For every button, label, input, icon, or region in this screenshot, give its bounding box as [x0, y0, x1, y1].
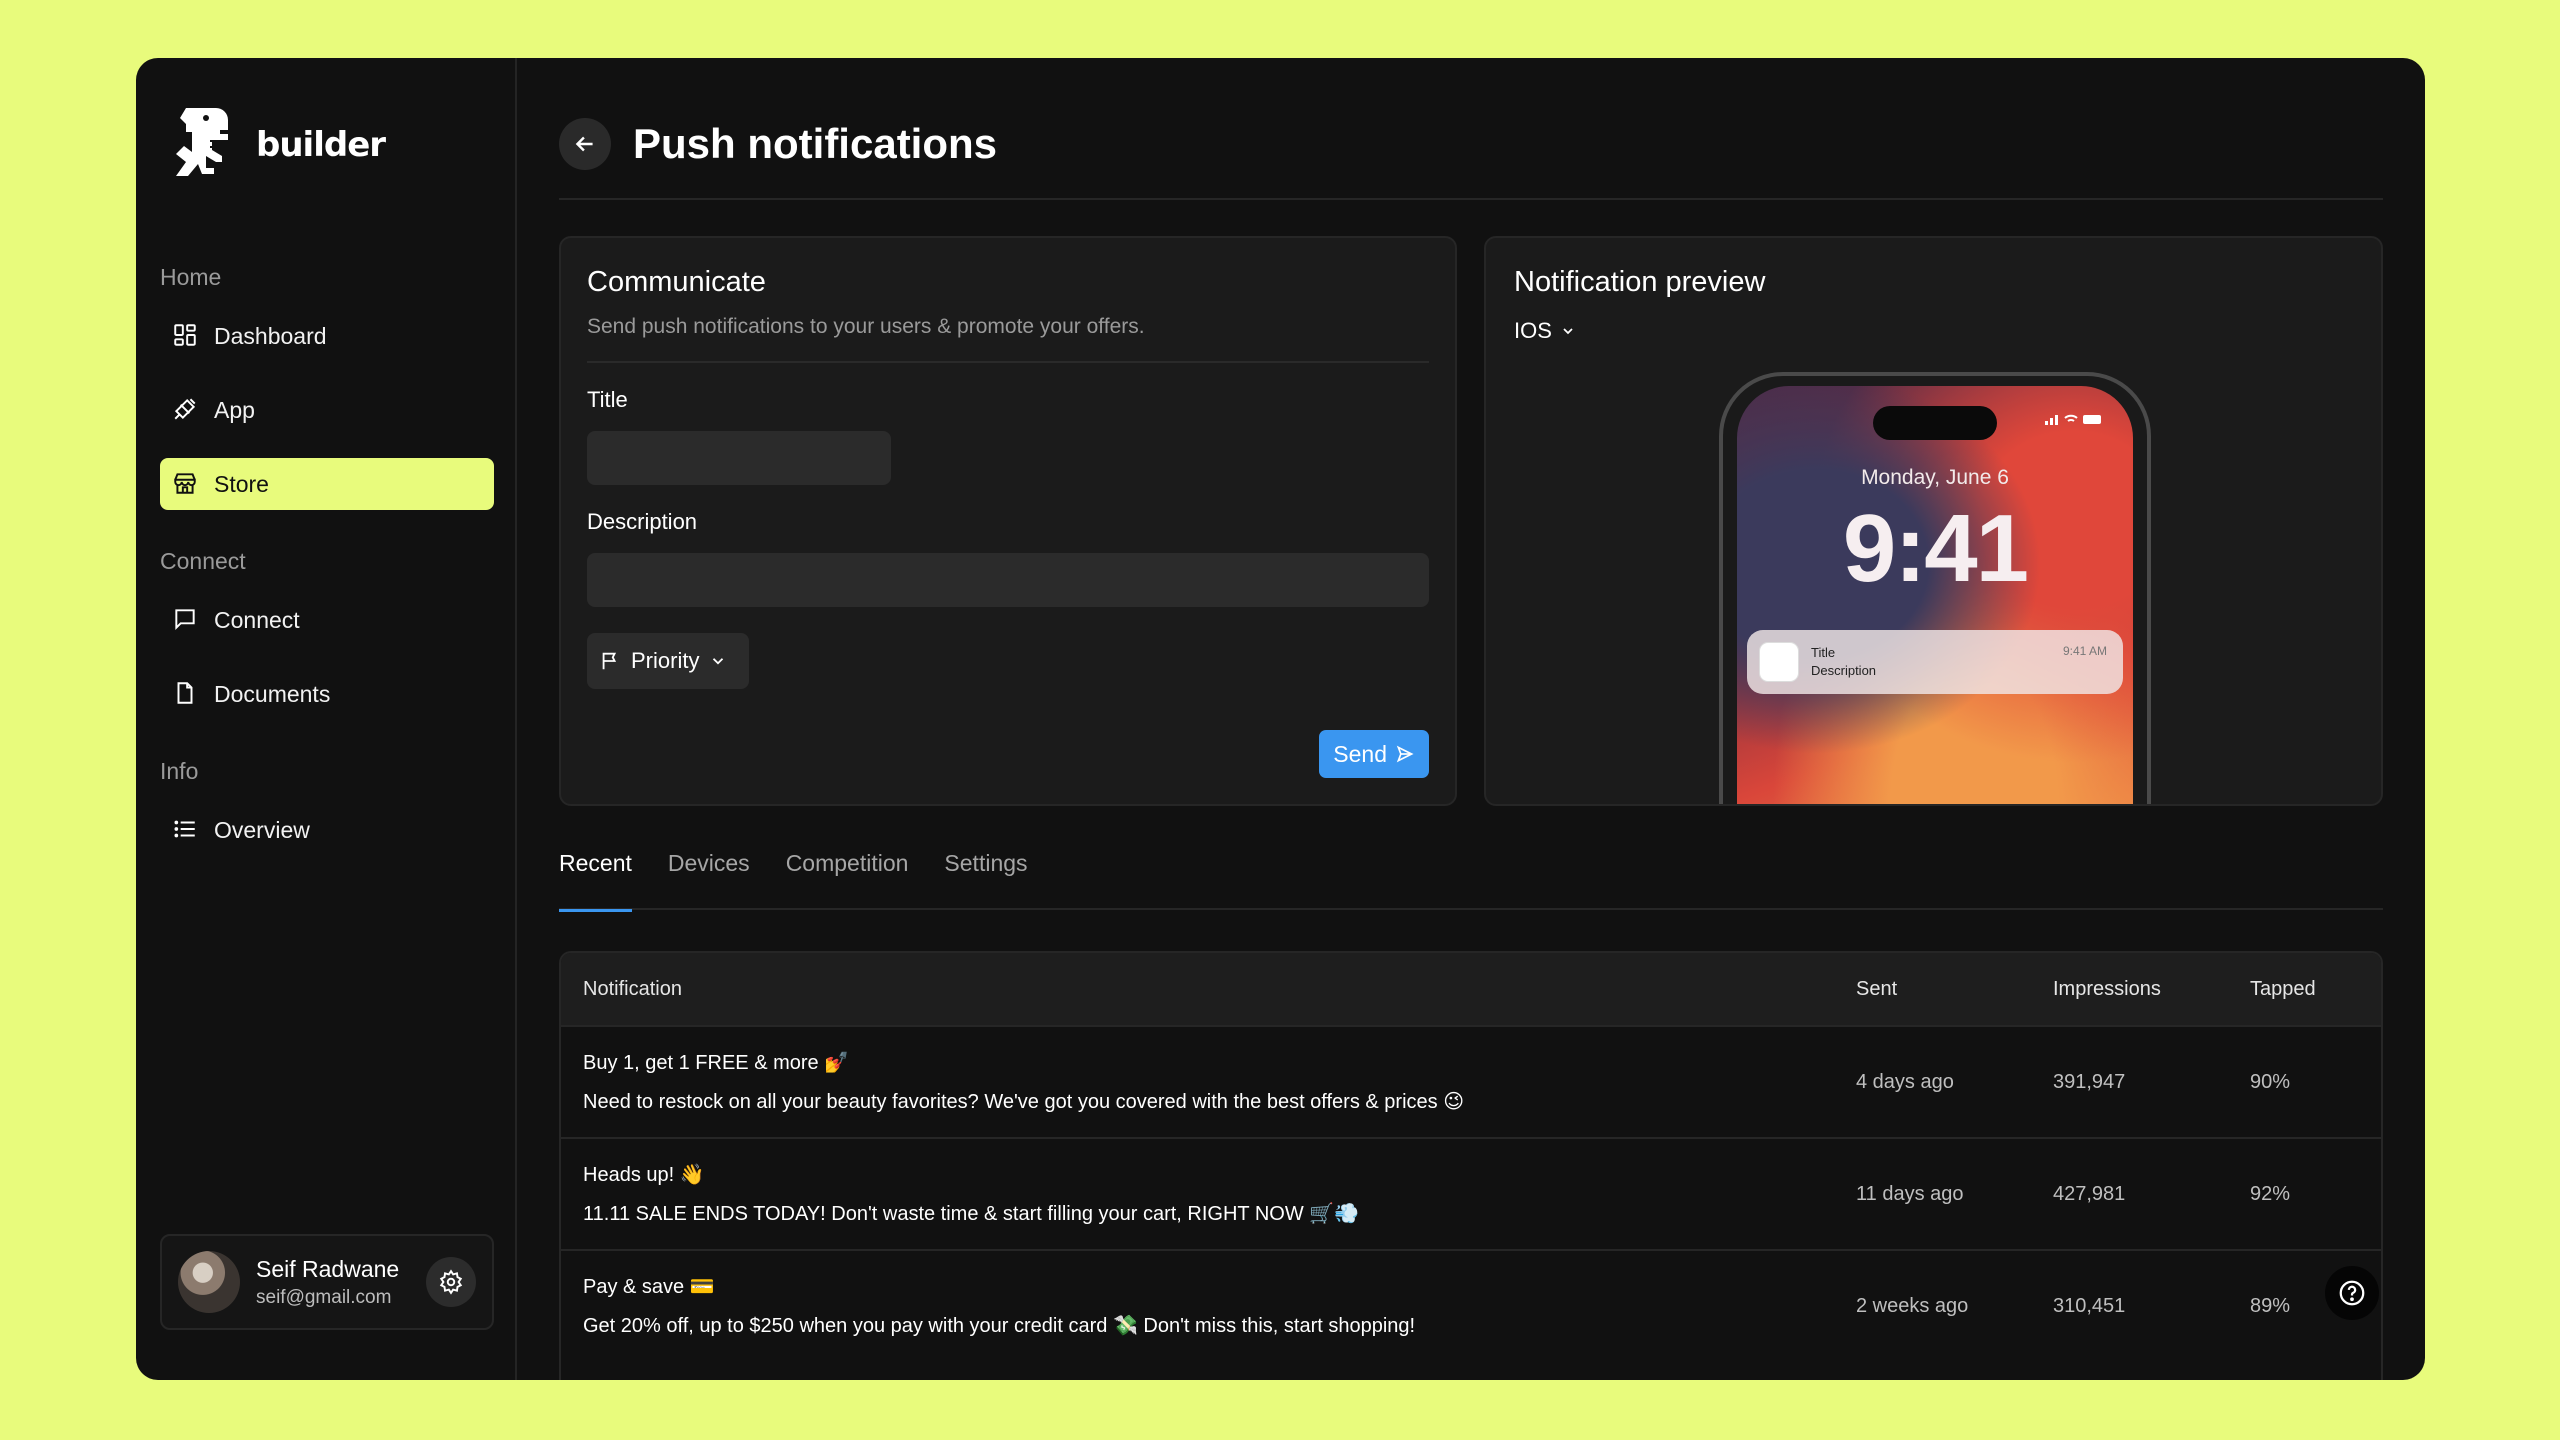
dynamic-island [1873, 406, 1997, 440]
sidebar-item-overview[interactable]: Overview [160, 804, 494, 856]
send-button[interactable]: Send [1319, 730, 1429, 778]
lock-screen-date: Monday, June 6 [1861, 466, 2009, 489]
avatar [178, 1251, 240, 1313]
store-icon [172, 470, 200, 498]
table-header: Notification Sent Impressions Tapped [561, 953, 2381, 1025]
sidebar-item-label: Store [214, 470, 269, 497]
notification-description: Description [1811, 663, 1877, 678]
help-icon [2339, 1280, 2365, 1306]
lock-screen-time: 9:41 [1842, 495, 2029, 602]
notification-title: Buy 1, get 1 FREE & more 💅 [583, 1052, 850, 1074]
sidebar-item-label: Dashboard [214, 322, 327, 349]
chat-icon [172, 606, 200, 634]
priority-label: Priority [631, 648, 700, 673]
tapped-cell: 90% [2250, 1070, 2291, 1093]
notification-title: Pay & save 💳 [583, 1276, 715, 1298]
table-row[interactable]: Buy 1, get 1 FREE & more 💅 Need to resto… [561, 1025, 2381, 1137]
flag-icon [602, 652, 617, 670]
table-row[interactable]: Pay & save 💳 Get 20% off, up to $250 whe… [561, 1249, 2381, 1361]
tapped-cell: 92% [2250, 1182, 2291, 1205]
tab-competition[interactable]: Competition [786, 848, 909, 910]
chevron-down-icon [713, 658, 724, 665]
description-label: Description [587, 509, 698, 534]
description-input[interactable] [587, 553, 1429, 607]
sidebar: builder Home Dashboard App Store Connect [136, 58, 517, 1380]
notification-preview-card: Notification preview IOS Monday, June 6 … [1484, 236, 2383, 806]
arrow-left-icon [575, 136, 593, 152]
user-card[interactable]: Seif Radwane seif@gmail.com [160, 1234, 494, 1330]
communicate-subtitle: Send push notifications to your users & … [587, 315, 1429, 363]
notification-title: Heads up! 👋 [583, 1164, 705, 1186]
nav-section-connect: Connect [160, 548, 246, 574]
page-title: Push notifications [633, 120, 998, 167]
notifications-table: Notification Sent Impressions Tapped Buy… [559, 951, 2383, 1380]
title-label: Title [587, 387, 628, 412]
impressions-cell: 310,451 [2053, 1294, 2126, 1317]
communicate-card: Communicate Send push notifications to y… [559, 236, 1457, 806]
title-input[interactable] [587, 431, 891, 485]
impressions-cell: 391,947 [2053, 1070, 2126, 1093]
sidebar-item-documents[interactable]: Documents [160, 668, 494, 720]
user-email: seif@gmail.com [256, 1286, 392, 1308]
brand-logo[interactable]: builder [164, 100, 386, 190]
tabs: Recent Devices Competition Settings [559, 848, 2383, 912]
phone-screen: Monday, June 6 9:41 Title Description 9:… [1737, 386, 2133, 804]
send-icon [1396, 745, 1414, 763]
dashboard-icon [172, 322, 200, 350]
sidebar-item-label: Documents [214, 680, 331, 707]
tab-recent[interactable]: Recent [559, 848, 632, 912]
dino-logo-icon [176, 108, 228, 176]
column-header-impressions[interactable]: Impressions [2053, 978, 2250, 1001]
brand-name: builder [256, 125, 386, 165]
column-header-tapped[interactable]: Tapped [2250, 978, 2370, 1001]
notification-time: 9:41 AM [2062, 644, 2107, 658]
app-icon [1759, 642, 1799, 682]
settings-button[interactable] [426, 1257, 476, 1307]
sidebar-item-label: App [214, 396, 255, 423]
back-button[interactable] [559, 118, 611, 170]
os-select-value: IOS [1514, 318, 1552, 343]
sent-cell: 2 weeks ago [1856, 1294, 1969, 1317]
phone-mockup: Monday, June 6 9:41 Title Description 9:… [1719, 372, 2151, 804]
main-content: Push notifications Communicate Send push… [517, 58, 2425, 1380]
tab-devices[interactable]: Devices [668, 848, 750, 910]
notification-body: 11.11 SALE ENDS TODAY! Don't waste time … [583, 1203, 1360, 1225]
sidebar-item-connect[interactable]: Connect [160, 594, 494, 646]
document-icon [172, 680, 200, 708]
sent-cell: 11 days ago [1856, 1182, 1964, 1205]
nav-section-info: Info [160, 758, 199, 784]
notification-banner: Title Description 9:41 AM [1747, 630, 2123, 694]
nav-section-home: Home [160, 264, 222, 290]
page-header: Push notifications [559, 118, 2383, 200]
priority-dropdown[interactable]: Priority [587, 633, 749, 689]
table-row[interactable]: Heads up! 👋 11.11 SALE ENDS TODAY! Don't… [561, 1137, 2381, 1249]
impressions-cell: 427,981 [2053, 1182, 2126, 1205]
sidebar-item-dashboard[interactable]: Dashboard [160, 310, 494, 362]
user-name: Seif Radwane [256, 1255, 400, 1282]
notification-body: Get 20% off, up to $250 when you pay wit… [583, 1315, 1416, 1337]
list-icon [172, 816, 200, 844]
sidebar-item-label: Overview [214, 816, 310, 843]
send-label: Send [1333, 740, 1387, 767]
preview-title: Notification preview [1514, 266, 1766, 298]
gear-icon [439, 1269, 463, 1295]
column-header-notification[interactable]: Notification [561, 978, 1856, 1001]
help-button[interactable] [2325, 1266, 2379, 1320]
sidebar-item-app[interactable]: App [160, 384, 494, 436]
communicate-title: Communicate [587, 266, 766, 298]
column-header-sent[interactable]: Sent [1856, 978, 2053, 1001]
app-window: builder Home Dashboard App Store Connect [136, 58, 2425, 1380]
os-select[interactable]: IOS [1514, 318, 1576, 344]
chevron-down-icon [1563, 328, 1573, 335]
sent-cell: 4 days ago [1856, 1070, 1954, 1093]
sidebar-item-label: Connect [214, 606, 300, 633]
sidebar-item-store[interactable]: Store [160, 458, 494, 510]
notification-body: Need to restock on all your beauty favor… [583, 1091, 1465, 1113]
app-icon [172, 396, 200, 424]
status-bar-icons [2045, 412, 2103, 429]
tab-settings[interactable]: Settings [944, 848, 1027, 910]
